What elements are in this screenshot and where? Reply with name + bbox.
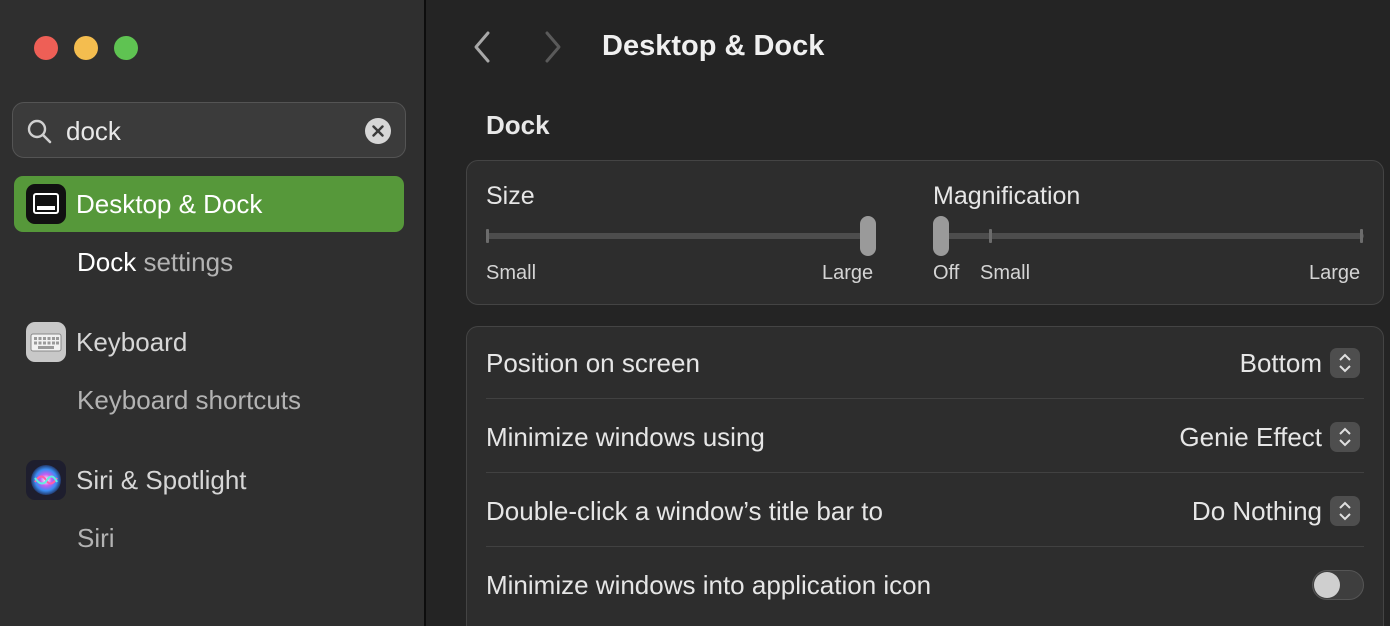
keyboard-icon xyxy=(26,322,66,362)
zoom-window-button[interactable] xyxy=(114,36,138,60)
size-max-label: Large xyxy=(822,262,874,284)
size-slider-track[interactable] xyxy=(486,233,876,239)
size-min-label: Small xyxy=(486,262,537,284)
magnification-min-label: Small xyxy=(980,262,1031,284)
up-down-chevron-icon xyxy=(1330,496,1360,526)
sidebar-item-siri-spotlight[interactable]: Siri & Spotlight xyxy=(14,452,404,508)
close-window-button[interactable] xyxy=(34,36,58,60)
desktop-dock-icon xyxy=(26,184,66,224)
minimize-using-label: Minimize windows using xyxy=(486,422,765,452)
magnification-slider-tick xyxy=(1360,229,1363,243)
double-click-title-bar-popup[interactable]: Do Nothing xyxy=(1192,495,1360,527)
siri-icon xyxy=(26,460,66,500)
size-slider-knob[interactable] xyxy=(860,216,876,256)
sidebar-divider xyxy=(424,0,426,626)
minimize-window-button[interactable] xyxy=(74,36,98,60)
sidebar-item-desktop-dock[interactable]: Desktop & Dock xyxy=(14,176,404,232)
search-icon xyxy=(27,119,52,144)
row-divider xyxy=(486,472,1364,473)
row-divider xyxy=(486,398,1364,399)
up-down-chevron-icon xyxy=(1330,348,1360,378)
magnification-slider-track[interactable] xyxy=(933,233,1364,239)
sidebar-subitem-highlight: Dock xyxy=(77,247,137,277)
position-on-screen-label: Position on screen xyxy=(486,348,700,378)
toggle-knob xyxy=(1314,572,1340,598)
double-click-title-bar-label: Double-click a window’s title bar to xyxy=(486,496,883,526)
sidebar-item-label: Desktop & Dock xyxy=(76,189,263,219)
magnification-slider-title: Magnification xyxy=(933,182,1081,210)
sidebar-subitem-keyboard-shortcuts[interactable]: Keyboard shortcuts xyxy=(77,385,301,416)
search-input[interactable] xyxy=(66,111,356,151)
popup-value: Bottom xyxy=(1239,347,1322,378)
forward-chevron-icon[interactable] xyxy=(543,30,563,64)
sidebar-item-label: Siri & Spotlight xyxy=(76,465,247,495)
clear-search-icon[interactable] xyxy=(365,118,391,144)
popup-value: Do Nothing xyxy=(1191,495,1322,526)
sidebar: Desktop & Dock Dock settings Keyboard Ke… xyxy=(0,0,424,626)
magnification-off-label: Off xyxy=(933,262,960,284)
section-title: Dock xyxy=(486,110,550,140)
search-field[interactable] xyxy=(12,102,406,158)
magnification-slider-knob[interactable] xyxy=(933,216,949,256)
sidebar-subitem-rest: settings xyxy=(136,247,234,277)
sidebar-item-label: Keyboard xyxy=(76,327,188,357)
row-divider xyxy=(486,546,1364,547)
size-slider-tick xyxy=(486,229,489,243)
page-title: Desktop & Dock xyxy=(602,30,825,62)
back-chevron-icon[interactable] xyxy=(472,30,492,64)
magnification-max-label: Large xyxy=(1309,262,1361,284)
magnification-slider-tick xyxy=(989,229,992,243)
popup-value: Genie Effect xyxy=(1179,421,1322,452)
sidebar-subitem-dock-settings[interactable]: Dock settings xyxy=(77,247,233,278)
position-on-screen-popup[interactable]: Bottom xyxy=(1240,347,1360,379)
up-down-chevron-icon xyxy=(1330,422,1360,452)
minimize-using-popup[interactable]: Genie Effect xyxy=(1179,421,1360,453)
minimize-into-app-icon-toggle[interactable] xyxy=(1312,570,1364,600)
sidebar-subitem-siri[interactable]: Siri xyxy=(77,523,115,554)
size-slider-title: Size xyxy=(486,182,535,210)
sidebar-item-keyboard[interactable]: Keyboard xyxy=(14,314,404,370)
minimize-into-app-icon-label: Minimize windows into application icon xyxy=(486,570,932,600)
